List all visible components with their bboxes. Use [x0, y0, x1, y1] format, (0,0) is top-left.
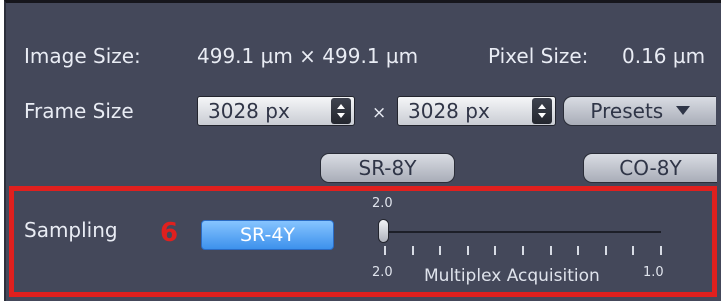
slider-tick	[632, 246, 635, 255]
triangle-down-icon	[675, 106, 690, 115]
sr-4y-button[interactable]: SR-4Y	[201, 220, 334, 250]
slider-max-label: 1.0	[643, 265, 664, 280]
frame-size-separator: ×	[372, 103, 387, 123]
up-down-arrows-icon	[337, 104, 345, 118]
presets-label: Presets	[590, 99, 664, 123]
slider-tick	[494, 246, 497, 255]
frame-size-label: Frame Size	[24, 99, 134, 123]
pixel-size-value: 0.16 µm	[622, 44, 706, 68]
frame-width-spinner[interactable]	[331, 98, 351, 124]
multiplex-slider-track[interactable]	[385, 231, 661, 233]
sr-8y-button[interactable]: SR-8Y	[320, 153, 455, 183]
slider-tick	[549, 246, 552, 255]
slider-tick	[411, 246, 414, 255]
pixel-size-label: Pixel Size:	[488, 44, 589, 68]
slider-tick	[466, 246, 469, 255]
slider-caption: Multiplex Acquisition	[424, 266, 600, 286]
slider-top-value: 2.0	[372, 196, 393, 211]
frame-width-input[interactable]: 3028 px	[197, 96, 355, 126]
slider-tick	[384, 246, 386, 255]
slider-tick	[660, 246, 662, 255]
annotation-number: 6	[160, 218, 179, 248]
slider-min-label: 2.0	[372, 265, 393, 280]
presets-button[interactable]: Presets	[563, 96, 716, 126]
slider-tick	[604, 246, 607, 255]
image-size-value: 499.1 µm × 499.1 µm	[197, 44, 419, 68]
slider-tick	[439, 246, 442, 255]
frame-height-value: 3028 px	[408, 99, 490, 123]
co-8y-button[interactable]: CO-8Y	[583, 153, 717, 183]
image-size-label: Image Size:	[24, 44, 141, 68]
sampling-label: Sampling	[24, 218, 118, 242]
frame-height-spinner[interactable]	[532, 98, 552, 124]
frame-height-input[interactable]: 3028 px	[397, 96, 556, 126]
frame-width-value: 3028 px	[208, 99, 290, 123]
slider-tick	[577, 246, 580, 255]
up-down-arrows-icon	[538, 104, 546, 118]
slider-tick	[522, 246, 524, 255]
multiplex-slider-thumb[interactable]	[378, 219, 389, 243]
